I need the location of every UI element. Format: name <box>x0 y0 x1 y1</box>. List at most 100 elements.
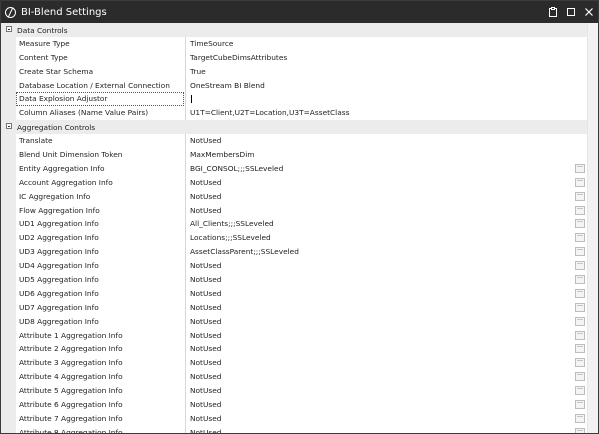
property-value[interactable]: NotUsed <box>185 370 573 385</box>
property-row[interactable]: Attribute 7 Aggregation Info NotUsed ··· <box>1 411 587 426</box>
property-value[interactable]: NotUsed <box>185 342 573 357</box>
row-gutter <box>1 411 16 426</box>
property-value[interactable]: NotUsed <box>185 189 573 204</box>
property-row[interactable]: Content Type TargetCubeDimsAttributes <box>1 50 587 65</box>
ellipsis-button[interactable]: ··· <box>575 261 585 271</box>
row-gutter <box>1 189 16 204</box>
property-row[interactable]: Measure Type TimeSource <box>1 36 587 51</box>
property-value-text: NotUsed <box>190 275 222 285</box>
property-row[interactable]: Flow Aggregation Info NotUsed ··· <box>1 203 587 218</box>
property-row[interactable]: Attribute 8 Aggregation Info NotUsed ··· <box>1 425 587 433</box>
property-row[interactable]: UD3 Aggregation Info AssetClassParent;;;S… <box>1 245 587 260</box>
property-value[interactable]: NotUsed <box>185 356 573 371</box>
ellipsis-button[interactable]: ··· <box>575 330 585 340</box>
row-gutter <box>1 425 16 433</box>
property-value[interactable]: BGI_CONSOL;;;SSLeveled <box>185 161 573 176</box>
ellipsis-button[interactable]: ··· <box>575 288 585 298</box>
property-row[interactable]: Attribute 1 Aggregation Info NotUsed ··· <box>1 328 587 343</box>
collapse-toggle-icon[interactable] <box>6 123 12 130</box>
category-label: Aggregation Controls <box>17 123 96 133</box>
ellipsis-button[interactable]: ··· <box>575 177 585 187</box>
property-row[interactable]: UD4 Aggregation Info NotUsed ··· <box>1 259 587 274</box>
ellipsis-button[interactable]: ··· <box>575 302 585 312</box>
property-row[interactable]: UD6 Aggregation Info NotUsed ··· <box>1 286 587 301</box>
property-value[interactable]: NotUsed <box>185 175 573 190</box>
property-row[interactable]: Attribute 5 Aggregation Info NotUsed ··· <box>1 384 587 399</box>
property-value[interactable]: NotUsed <box>185 328 573 343</box>
property-row[interactable]: Translate NotUsed <box>1 134 587 149</box>
property-value[interactable]: NotUsed <box>185 273 573 287</box>
onestream-logo-icon <box>5 6 16 18</box>
property-value[interactable]: U1T=Client,U2T=Location,U3T=AssetClass <box>185 106 573 121</box>
property-row[interactable]: Attribute 2 Aggregation Info NotUsed ··· <box>1 342 587 357</box>
property-row[interactable]: Database Location / External Connection O… <box>1 78 587 93</box>
property-value[interactable] <box>185 92 573 107</box>
property-value[interactable]: MaxMembersDim <box>185 148 573 162</box>
property-row[interactable]: Create Star Schema True <box>1 64 587 79</box>
property-value[interactable]: NotUsed <box>185 384 573 399</box>
property-row[interactable]: UD8 Aggregation Info NotUsed ··· <box>1 314 587 329</box>
ellipsis-button[interactable]: ··· <box>575 205 585 215</box>
property-name: Attribute 3 Aggregation Info <box>19 358 123 368</box>
close-icon[interactable] <box>580 1 598 23</box>
property-value[interactable]: TimeSource <box>185 36 573 51</box>
property-row[interactable]: Blend Unit Dimension Token MaxMembersDim <box>1 148 587 162</box>
vertical-scrollbar[interactable] <box>587 23 598 433</box>
property-row[interactable]: UD1 Aggregation Info All_Clients;;;SSLeve… <box>1 217 587 232</box>
property-value[interactable]: NotUsed <box>185 398 573 412</box>
maximize-icon[interactable] <box>562 1 580 23</box>
ellipsis-button[interactable]: ··· <box>575 191 585 201</box>
property-value[interactable]: True <box>185 64 573 79</box>
property-value[interactable]: NotUsed <box>185 259 573 274</box>
property-name: Entity Aggregation Info <box>19 163 105 173</box>
property-value[interactable]: TargetCubeDimsAttributes <box>185 50 573 65</box>
row-gutter <box>1 384 16 399</box>
ellipsis-button[interactable]: ··· <box>575 427 585 433</box>
property-value[interactable]: All_Clients;;;SSLeveled <box>185 217 573 232</box>
ellipsis-button[interactable]: ··· <box>575 275 585 285</box>
property-value[interactable]: NotUsed <box>185 286 573 301</box>
property-name: UD2 Aggregation Info <box>19 233 99 243</box>
property-value[interactable]: NotUsed <box>185 300 573 315</box>
property-value[interactable]: Locations;;;SSLeveled <box>185 231 573 246</box>
ellipsis-button[interactable]: ··· <box>575 386 585 396</box>
ellipsis-button[interactable]: ··· <box>575 358 585 368</box>
ellipsis-button[interactable]: ··· <box>575 219 585 229</box>
property-row[interactable]: UD5 Aggregation Info NotUsed ··· <box>1 273 587 287</box>
clipboard-icon[interactable] <box>544 1 562 23</box>
ellipsis-button[interactable]: ··· <box>575 372 585 382</box>
property-row[interactable]: Column Aliases (Name Value Pairs) U1T=Cli… <box>1 106 587 121</box>
property-name: Attribute 8 Aggregation Info <box>19 427 123 433</box>
category-header[interactable]: Data Controls <box>1 23 587 37</box>
ellipsis-button[interactable]: ··· <box>575 163 585 173</box>
property-value[interactable]: AssetClassParent;;;SSLeveled <box>185 245 573 260</box>
property-name: Flow Aggregation Info <box>19 205 100 215</box>
property-row[interactable]: IC Aggregation Info NotUsed ··· <box>1 189 587 204</box>
category-header[interactable]: Aggregation Controls <box>1 120 587 135</box>
property-row[interactable]: UD7 Aggregation Info NotUsed ··· <box>1 300 587 315</box>
property-value[interactable]: NotUsed <box>185 134 573 149</box>
ellipsis-button[interactable]: ··· <box>575 316 585 326</box>
row-gutter <box>1 64 16 79</box>
property-row[interactable]: Attribute 3 Aggregation Info NotUsed ··· <box>1 356 587 371</box>
property-value[interactable]: NotUsed <box>185 314 573 329</box>
ellipsis-button[interactable]: ··· <box>575 413 585 423</box>
row-gutter <box>1 175 16 190</box>
ellipsis-button[interactable]: ··· <box>575 344 585 354</box>
title-bar: BI-Blend Settings <box>1 1 598 23</box>
ellipsis-button[interactable]: ··· <box>575 400 585 410</box>
property-row[interactable]: UD2 Aggregation Info Locations;;;SSLevele… <box>1 231 587 246</box>
property-row[interactable]: Data Explosion Adjustor <box>1 92 587 107</box>
property-row[interactable]: Attribute 6 Aggregation Info NotUsed ··· <box>1 398 587 412</box>
ellipsis-button[interactable]: ··· <box>575 247 585 257</box>
property-value[interactable]: OneStream BI Blend <box>185 78 573 93</box>
collapse-toggle-icon[interactable] <box>6 26 12 32</box>
property-value-text: NotUsed <box>190 261 222 271</box>
property-value[interactable]: NotUsed <box>185 203 573 218</box>
property-row[interactable]: Attribute 4 Aggregation Info NotUsed ··· <box>1 370 587 385</box>
property-value[interactable]: NotUsed <box>185 411 573 426</box>
property-row[interactable]: Account Aggregation Info NotUsed ··· <box>1 175 587 190</box>
property-row[interactable]: Entity Aggregation Info BGI_CONSOL;;;SSLe… <box>1 161 587 176</box>
property-value[interactable]: NotUsed <box>185 425 573 433</box>
ellipsis-button[interactable]: ··· <box>575 233 585 243</box>
